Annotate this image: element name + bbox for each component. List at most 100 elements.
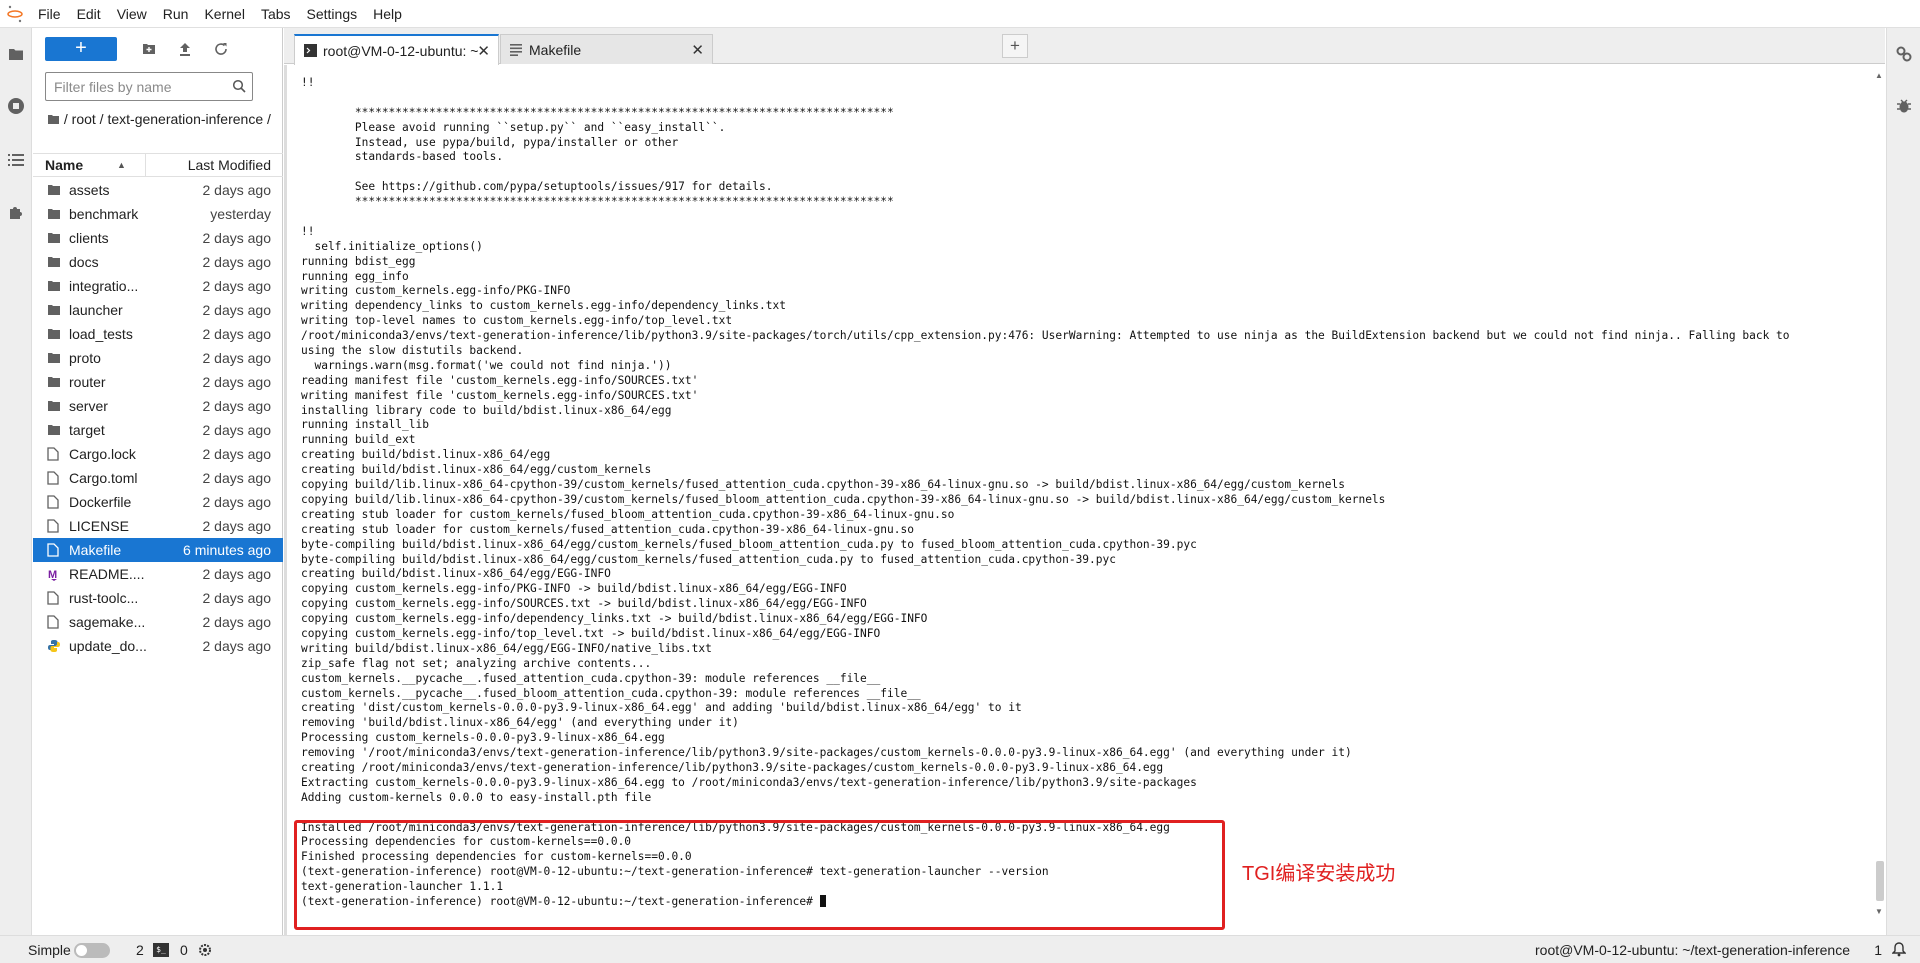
terminal-line: running install_lib [301, 418, 429, 432]
file-modified: 2 days ago [202, 422, 272, 438]
file-modified: 2 days ago [202, 518, 272, 534]
file-name: README.... [69, 566, 145, 582]
file-row[interactable]: benchmark yesterday [33, 202, 283, 226]
folder-icon [47, 399, 61, 413]
menu-help[interactable]: Help [365, 0, 410, 28]
kernel-gear-icon [198, 943, 212, 960]
menu-run[interactable]: Run [155, 0, 197, 28]
terminal-line: removing 'build/bdist.linux-x86_64/egg' … [301, 716, 739, 730]
file-list-header: Name ▲ Last Modified [33, 153, 283, 177]
kernels-count[interactable]: 0 [180, 942, 188, 958]
file-row[interactable]: load_tests 2 days ago [33, 322, 283, 346]
new-folder-icon[interactable] [135, 37, 163, 61]
terminal-line: running build_ext [301, 433, 416, 447]
terminal-line: custom_kernels.__pycache__.fused_attenti… [301, 671, 881, 685]
menu-view[interactable]: View [109, 0, 155, 28]
file-row[interactable]: Makefile 6 minutes ago [33, 538, 283, 562]
terminal-line: zip_safe flag not set; analyzing archive… [301, 656, 652, 670]
terminal-line: copying build/lib.linux-x86_64-cpython-3… [301, 492, 1386, 506]
column-name-header[interactable]: Name ▲ [33, 154, 146, 176]
tab-terminal[interactable]: root@VM-0-12-ubuntu: ~ ✕ [294, 34, 499, 65]
terminal-line: ****************************************… [301, 195, 894, 209]
file-row[interactable]: assets 2 days ago [33, 178, 283, 202]
folder-icon [47, 375, 61, 389]
menu-kernel[interactable]: Kernel [196, 0, 252, 28]
menu-tabs[interactable]: Tabs [253, 0, 299, 28]
breadcrumb-path[interactable]: / root / text-generation-inference / [64, 111, 271, 127]
menu-file[interactable]: File [30, 0, 69, 28]
extension-manager-icon[interactable] [6, 202, 26, 222]
terminal-line: warnings.warn(msg.format('we could not f… [301, 358, 672, 372]
running-sessions-icon[interactable] [6, 96, 26, 116]
terminal-line: !! [301, 76, 315, 89]
terminal-line: writing manifest file 'custom_kernels.eg… [301, 388, 699, 402]
file-name: assets [69, 182, 110, 198]
breadcrumb[interactable]: / root / text-generation-inference / [47, 110, 272, 128]
file-modified: 2 days ago [202, 326, 272, 342]
file-row[interactable]: target 2 days ago [33, 418, 283, 442]
folder-icon[interactable] [6, 44, 26, 64]
close-icon[interactable]: ✕ [477, 42, 490, 60]
file-row[interactable]: integratio... 2 days ago [33, 274, 283, 298]
upload-icon[interactable] [171, 37, 199, 61]
terminal-scrollbar[interactable]: ▲ ▼ [1873, 65, 1886, 925]
file-row[interactable]: LICENSE 2 days ago [33, 514, 283, 538]
file-icon [47, 543, 61, 557]
file-name: Dockerfile [69, 494, 132, 510]
notification-bell-icon[interactable] [1891, 942, 1907, 960]
refresh-icon[interactable] [207, 37, 235, 61]
file-row[interactable]: clients 2 days ago [33, 226, 283, 250]
file-name: integratio... [69, 278, 139, 294]
property-inspector-icon[interactable] [1894, 44, 1914, 64]
terminal-line: creating stub loader for custom_kernels/… [301, 507, 955, 521]
folder-icon [47, 327, 61, 341]
tab-label: root@VM-0-12-ubuntu: ~ [323, 42, 479, 59]
file-row[interactable]: launcher 2 days ago [33, 298, 283, 322]
tab-makefile[interactable]: Makefile ✕ [500, 34, 713, 64]
file-row[interactable]: sagemake... 2 days ago [33, 610, 283, 634]
terminal-output[interactable]: !! *************************************… [301, 76, 1871, 910]
file-row[interactable]: update_do... 2 days ago [33, 634, 283, 658]
terminal-line: creating stub loader for custom_kernels/… [301, 522, 914, 536]
file-name: docs [69, 254, 99, 270]
file-icon [47, 495, 61, 509]
terminal-line: writing build/bdist.linux-x86_64/egg/EGG… [301, 641, 712, 655]
file-icon [47, 615, 61, 629]
file-row[interactable]: proto 2 days ago [33, 346, 283, 370]
menu-edit[interactable]: Edit [69, 0, 109, 28]
new-launcher-button[interactable]: + [45, 37, 117, 61]
file-name: proto [69, 350, 101, 366]
file-filter-input[interactable] [54, 77, 224, 97]
close-icon[interactable]: ✕ [691, 41, 704, 59]
file-modified: 2 days ago [202, 470, 272, 486]
add-tab-button[interactable]: + [1002, 34, 1028, 58]
simple-mode-toggle[interactable] [74, 943, 110, 958]
file-filter-field[interactable] [45, 72, 253, 101]
file-row[interactable]: rust-toolc... 2 days ago [33, 586, 283, 610]
file-modified: 2 days ago [202, 278, 272, 294]
debugger-icon[interactable] [1894, 96, 1914, 116]
file-row[interactable]: M README.... 2 days ago [33, 562, 283, 586]
file-row[interactable]: router 2 days ago [33, 370, 283, 394]
file-row[interactable]: server 2 days ago [33, 394, 283, 418]
menu-settings[interactable]: Settings [299, 0, 366, 28]
terminal-icon [303, 44, 317, 58]
file-row[interactable]: docs 2 days ago [33, 250, 283, 274]
file-row[interactable]: Cargo.lock 2 days ago [33, 442, 283, 466]
terminal-panel[interactable]: !! *************************************… [284, 65, 1885, 935]
terminal-line: !! [301, 224, 315, 238]
file-browser: + / root / text-generation-inference / N… [33, 28, 283, 935]
scroll-down-icon[interactable]: ▼ [1875, 907, 1883, 916]
terminal-line: Extracting custom_kernels-0.0.0-py3.9-li… [301, 775, 1197, 789]
column-modified-header[interactable]: Last Modified [146, 157, 283, 173]
terminals-count[interactable]: 2 [136, 942, 144, 958]
file-name: sagemake... [69, 614, 146, 630]
terminal-line: Processing custom_kernels-0.0.0-py3.9-li… [301, 731, 665, 745]
scrollbar-thumb[interactable] [1876, 861, 1884, 901]
terminal-line: self.initialize_options() [301, 239, 483, 253]
table-of-contents-icon[interactable] [6, 150, 26, 170]
scroll-up-icon[interactable]: ▲ [1875, 71, 1883, 80]
file-row[interactable]: Cargo.toml 2 days ago [33, 466, 283, 490]
file-row[interactable]: Dockerfile 2 days ago [33, 490, 283, 514]
